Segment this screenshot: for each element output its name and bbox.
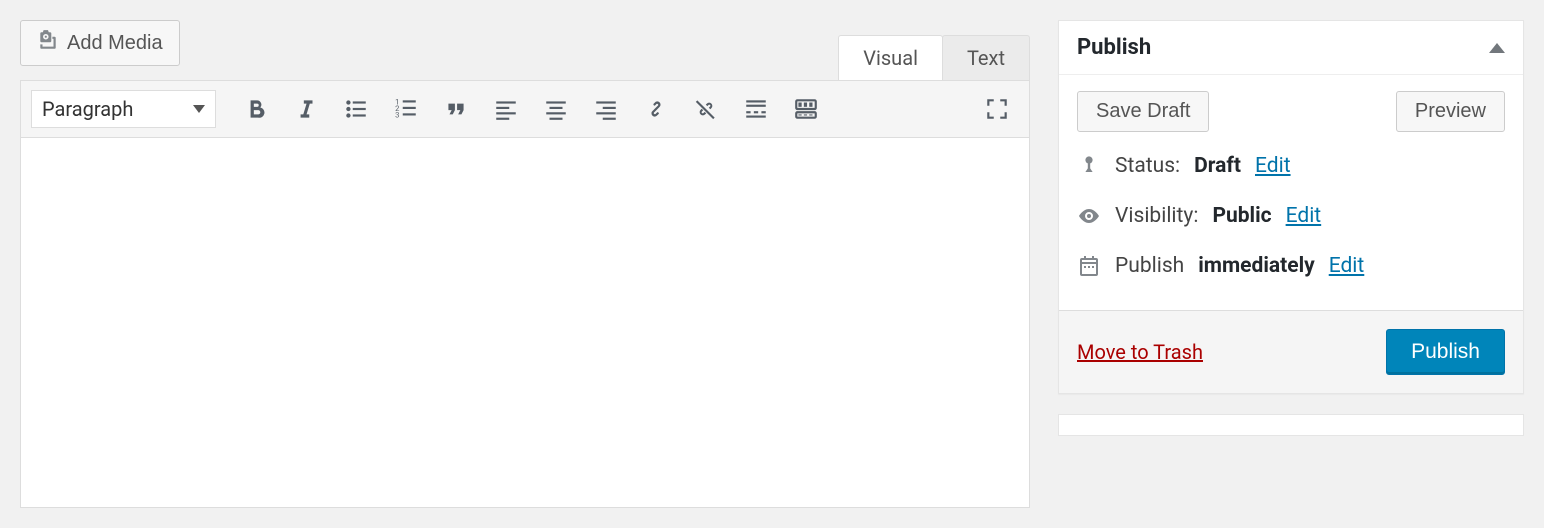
status-label: Status: <box>1115 154 1180 178</box>
calendar-icon <box>1077 254 1101 278</box>
align-left-button[interactable] <box>484 89 528 129</box>
bullet-list-button[interactable] <box>334 89 378 129</box>
caret-down-icon <box>193 105 205 113</box>
toolbar-toggle-button[interactable] <box>784 89 828 129</box>
collapse-up-icon <box>1489 43 1505 53</box>
tab-visual[interactable]: Visual <box>838 35 943 80</box>
tab-text[interactable]: Text <box>942 35 1030 80</box>
fullscreen-button[interactable] <box>975 89 1019 129</box>
schedule-value: immediately <box>1198 254 1314 278</box>
unlink-button[interactable] <box>684 89 728 129</box>
status-edit-link[interactable]: Edit <box>1255 154 1291 178</box>
status-value: Draft <box>1194 154 1241 178</box>
read-more-button[interactable] <box>734 89 778 129</box>
editor-column: Add Media Visual Text Paragraph 123 <box>20 20 1030 508</box>
editor-tabs: Visual Text <box>839 35 1030 80</box>
editor-content-area[interactable] <box>20 138 1030 508</box>
publish-metabox-header[interactable]: Publish <box>1059 21 1523 75</box>
eye-icon <box>1077 204 1101 228</box>
publish-metabox: Publish Save Draft Preview Status: Draft… <box>1058 20 1524 394</box>
status-row: Status: Draft Edit <box>1077 154 1505 178</box>
bold-button[interactable] <box>234 89 278 129</box>
blockquote-button[interactable] <box>434 89 478 129</box>
svg-text:3: 3 <box>395 111 399 120</box>
align-right-button[interactable] <box>584 89 628 129</box>
save-draft-button[interactable]: Save Draft <box>1077 91 1209 132</box>
move-to-trash-link[interactable]: Move to Trash <box>1077 340 1203 364</box>
editor-toolbar: Paragraph 123 <box>20 80 1030 138</box>
visibility-label: Visibility: <box>1115 204 1198 228</box>
align-center-button[interactable] <box>534 89 578 129</box>
link-button[interactable] <box>634 89 678 129</box>
schedule-edit-link[interactable]: Edit <box>1329 254 1365 278</box>
camera-icon <box>37 29 59 57</box>
pin-icon <box>1077 154 1101 178</box>
italic-button[interactable] <box>284 89 328 129</box>
numbered-list-button[interactable]: 123 <box>384 89 428 129</box>
add-media-label: Add Media <box>67 32 163 55</box>
visibility-value: Public <box>1212 204 1271 228</box>
visibility-row: Visibility: Public Edit <box>1077 204 1505 228</box>
schedule-row: Publish immediately Edit <box>1077 254 1505 278</box>
publish-button[interactable]: Publish <box>1386 329 1505 375</box>
schedule-label: Publish <box>1115 254 1184 278</box>
preview-button[interactable]: Preview <box>1396 91 1505 132</box>
next-metabox-peek <box>1058 414 1524 436</box>
format-select-label: Paragraph <box>42 97 133 121</box>
visibility-edit-link[interactable]: Edit <box>1286 204 1322 228</box>
format-select[interactable]: Paragraph <box>31 90 216 128</box>
add-media-button[interactable]: Add Media <box>20 20 180 66</box>
publish-title: Publish <box>1077 35 1151 60</box>
